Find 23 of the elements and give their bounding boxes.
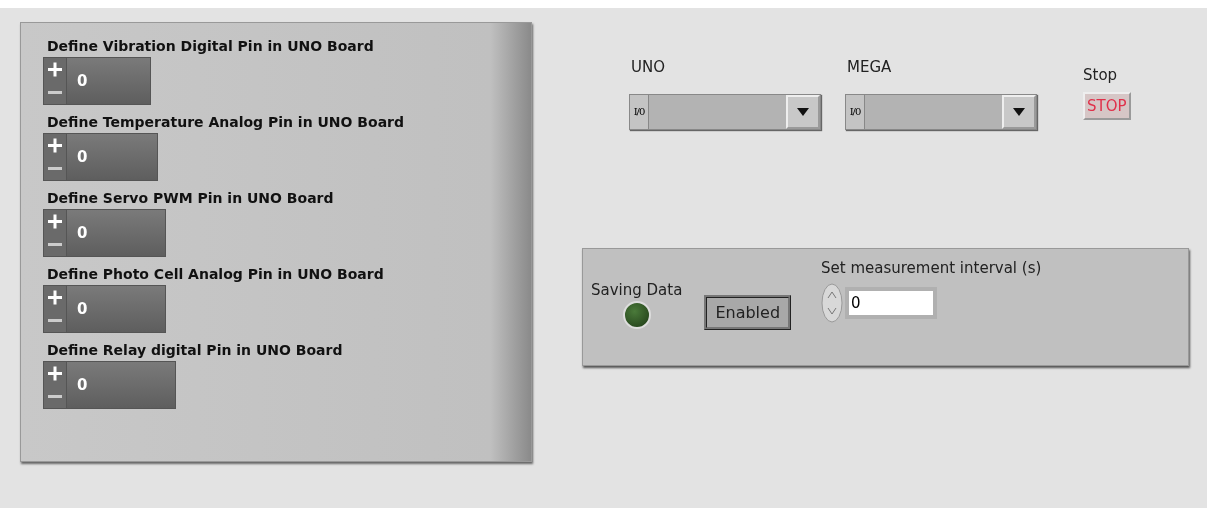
numeric-control[interactable]: 0 bbox=[43, 285, 166, 333]
port-label: UNO bbox=[631, 58, 666, 78]
stop-label: Stop bbox=[1083, 66, 1119, 86]
field-label: Define Relay digital Pin in UNO Board bbox=[47, 341, 344, 360]
interval-label: Set measurement interval (s) bbox=[821, 259, 1042, 277]
numeric-control[interactable]: 0 bbox=[43, 361, 176, 409]
numeric-control[interactable]: 0 bbox=[43, 209, 166, 257]
dropdown-arrow-icon bbox=[797, 108, 809, 116]
spinner-icon[interactable] bbox=[821, 283, 844, 323]
field-label: Define Temperature Analog Pin in UNO Board bbox=[47, 113, 406, 132]
dropdown-arrow-icon bbox=[1013, 108, 1025, 116]
port-label: MEGA bbox=[847, 58, 893, 78]
field-label: Define Photo Cell Analog Pin in UNO Board bbox=[47, 265, 385, 284]
port-dropdown[interactable]: I/0 bbox=[845, 94, 1037, 130]
field-label: Define Vibration Digital Pin in UNO Board bbox=[47, 37, 375, 56]
field-label: Define Servo PWM Pin in UNO Board bbox=[47, 189, 335, 208]
enabled-button[interactable]: Enabled bbox=[704, 295, 792, 330]
port-dropdown[interactable]: I/0 bbox=[629, 94, 821, 130]
stop-button[interactable]: STOP bbox=[1083, 92, 1131, 120]
interval-field[interactable]: 0 bbox=[845, 287, 938, 319]
led-label: Saving Data bbox=[591, 281, 683, 299]
numeric-control[interactable]: 0 bbox=[43, 57, 151, 105]
numeric-control[interactable]: 0 bbox=[43, 133, 158, 181]
